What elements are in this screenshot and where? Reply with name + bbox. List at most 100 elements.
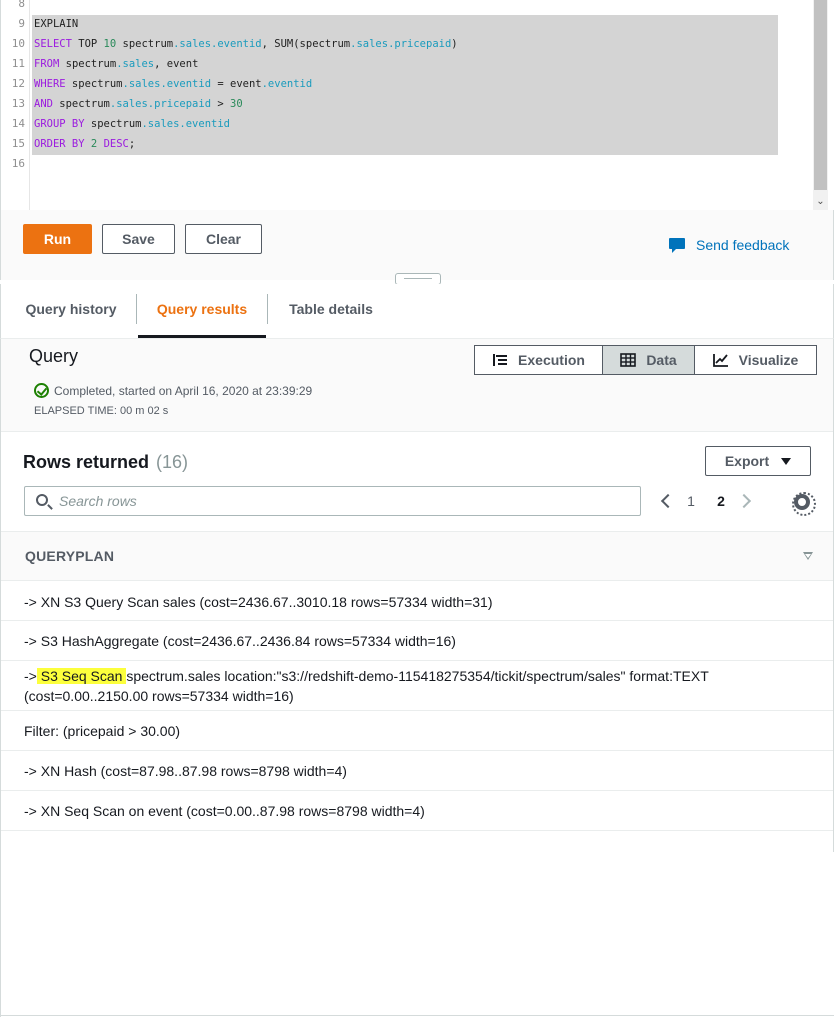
search-rows-input[interactable] bbox=[59, 491, 629, 511]
code-token: FROM bbox=[34, 58, 60, 70]
page-1-link[interactable]: 1 bbox=[676, 493, 706, 509]
table-cell: -> S3 HashAggregate (cost=2436.67..2436.… bbox=[24, 633, 456, 649]
gear-icon[interactable] bbox=[792, 492, 816, 516]
chevron-right-icon[interactable] bbox=[736, 488, 756, 514]
clear-button[interactable]: Clear bbox=[185, 224, 262, 254]
code-token: 10 bbox=[103, 38, 117, 50]
tab-table-details[interactable]: Table details bbox=[269, 284, 393, 338]
code-token: spectrum bbox=[52, 98, 110, 110]
scrollbar-thumb[interactable] bbox=[814, 0, 827, 190]
code-token: spectrum bbox=[65, 78, 123, 90]
page-border bbox=[0, 852, 1, 1017]
feedback-icon bbox=[669, 237, 686, 253]
chevron-left-icon[interactable] bbox=[656, 488, 676, 514]
execution-icon bbox=[493, 354, 508, 366]
code-token: WHERE bbox=[34, 78, 66, 90]
editor-scrollbar[interactable]: ⌄ bbox=[813, 0, 828, 210]
line-number: 12 bbox=[11, 77, 25, 90]
send-feedback-link[interactable]: Send feedback bbox=[669, 235, 789, 255]
column-header-row: QUERYPLAN bbox=[1, 532, 833, 581]
code-token: spectrum bbox=[116, 38, 174, 50]
code-line: EXPLAIN bbox=[34, 14, 78, 34]
data-label: Data bbox=[646, 352, 677, 368]
rows-returned-title: Rows returned bbox=[23, 452, 150, 472]
sql-editor[interactable]: 8 9 10 11 12 13 14 15 16 EXPLAIN SELECT TOP 10 sp… bbox=[0, 0, 834, 210]
data-view-button[interactable]: Data bbox=[602, 346, 694, 374]
code-token: AND bbox=[34, 98, 53, 110]
export-label: Export bbox=[724, 453, 770, 469]
elapsed-time: ELAPSED TIME: 00 m 02 s bbox=[34, 405, 169, 417]
query-summary: Query Completed, started on April 16, 20… bbox=[1, 339, 833, 432]
query-results-panel: Query Completed, started on April 16, 20… bbox=[0, 339, 834, 852]
queryplan-column-header[interactable]: QUERYPLAN bbox=[25, 548, 114, 564]
code-token: SELECT bbox=[34, 38, 72, 50]
page-border-bottom bbox=[0, 1015, 834, 1016]
code-token: , SUM(spectrum bbox=[261, 38, 351, 50]
search-highlight: S3 Seq Scan bbox=[36, 668, 127, 684]
run-button[interactable]: Run bbox=[23, 224, 92, 254]
code-token: .sales.pricepaid bbox=[109, 98, 212, 110]
table-cell-prefix: -> bbox=[24, 668, 37, 684]
save-button[interactable]: Save bbox=[102, 224, 175, 254]
code-token: EXPLAIN bbox=[34, 18, 79, 30]
code-line: ORDER BY 2 DESC; bbox=[34, 134, 135, 154]
search-icon bbox=[36, 494, 48, 506]
rows-returned-header: Rows returned (16) Export 1 2 bbox=[1, 432, 833, 532]
check-circle-icon bbox=[34, 383, 49, 398]
code-token: spectrum bbox=[84, 118, 142, 130]
tab-query-results[interactable]: Query results bbox=[138, 284, 266, 338]
table-cell: -> XN S3 Query Scan sales (cost=2436.67.… bbox=[24, 594, 493, 610]
line-number: 13 bbox=[11, 97, 25, 110]
table-cell: -> XN Seq Scan on event (cost=0.00..87.9… bbox=[24, 803, 425, 819]
rows-returned-count: (16) bbox=[156, 452, 189, 472]
sort-icon[interactable] bbox=[803, 552, 813, 560]
code-token: .sales.pricepaid bbox=[350, 38, 452, 50]
page-2-link[interactable]: 2 bbox=[706, 493, 736, 509]
code-token: ORDER BY bbox=[34, 138, 85, 150]
line-number-gutter: 8 9 10 11 12 13 14 15 16 bbox=[1, 0, 30, 210]
visualize-label: Visualize bbox=[738, 352, 799, 368]
visualize-view-button[interactable]: Visualize bbox=[694, 346, 816, 374]
table-cell: -> XN Hash (cost=87.98..87.98 rows=8798 … bbox=[24, 763, 347, 779]
tab-divider bbox=[136, 294, 137, 324]
code-token: .sales bbox=[116, 58, 155, 70]
table-row: -> S3 Seq Scan spectrum.sales location:"… bbox=[1, 661, 833, 711]
view-switcher: Execution Data Visualize bbox=[474, 345, 817, 375]
tab-query-history[interactable]: Query history bbox=[11, 284, 131, 338]
table-row: Filter: (pricepaid > 30.00) bbox=[1, 711, 833, 751]
query-status: Completed, started on April 16, 2020 at … bbox=[34, 383, 312, 398]
code-token: ; bbox=[128, 138, 136, 150]
code-token: spectrum bbox=[59, 58, 117, 70]
code-token: .sales.eventid bbox=[141, 118, 230, 130]
send-feedback-label: Send feedback bbox=[696, 237, 790, 253]
code-token: .eventid bbox=[261, 78, 313, 90]
code-token: .sales.eventid bbox=[122, 78, 212, 90]
export-button[interactable]: Export bbox=[705, 446, 811, 476]
execution-view-button[interactable]: Execution bbox=[475, 346, 602, 374]
code-line: WHERE spectrum.sales.eventid = event.eve… bbox=[34, 74, 312, 94]
caret-down-icon bbox=[781, 457, 792, 465]
editor-action-bar: Run Save Clear Send feedback bbox=[0, 210, 834, 280]
query-title: Query bbox=[29, 346, 79, 366]
line-number: 14 bbox=[11, 117, 25, 130]
line-number: 8 bbox=[18, 0, 25, 10]
line-number: 11 bbox=[11, 57, 25, 70]
table-row: -> XN Seq Scan on event (cost=0.00..87.9… bbox=[1, 791, 833, 831]
table-row: -> XN Hash (cost=87.98..87.98 rows=8798 … bbox=[1, 751, 833, 791]
search-rows-field[interactable] bbox=[24, 486, 641, 516]
code-token: 30 bbox=[230, 98, 243, 110]
line-number: 10 bbox=[11, 37, 25, 50]
pagination: 1 2 bbox=[656, 488, 756, 514]
tab-divider bbox=[267, 294, 268, 324]
code-line: SELECT TOP 10 spectrum.sales.eventid, SU… bbox=[34, 34, 458, 54]
code-line: FROM spectrum.sales, event bbox=[34, 54, 198, 74]
code-token: ) bbox=[451, 38, 458, 50]
results-tabs: Query history Query results Table detail… bbox=[0, 284, 834, 339]
code-line: GROUP BY spectrum.sales.eventid bbox=[34, 114, 230, 134]
code-line: AND spectrum.sales.pricepaid > 30 bbox=[34, 94, 243, 114]
table-cell: spectrum.sales location:"s3://redshift-d… bbox=[24, 668, 709, 704]
scroll-down-arrow-icon[interactable]: ⌄ bbox=[813, 193, 828, 210]
execution-label: Execution bbox=[518, 352, 585, 368]
visualize-chart-icon bbox=[712, 354, 728, 367]
table-cell: Filter: (pricepaid > 30.00) bbox=[24, 723, 181, 739]
